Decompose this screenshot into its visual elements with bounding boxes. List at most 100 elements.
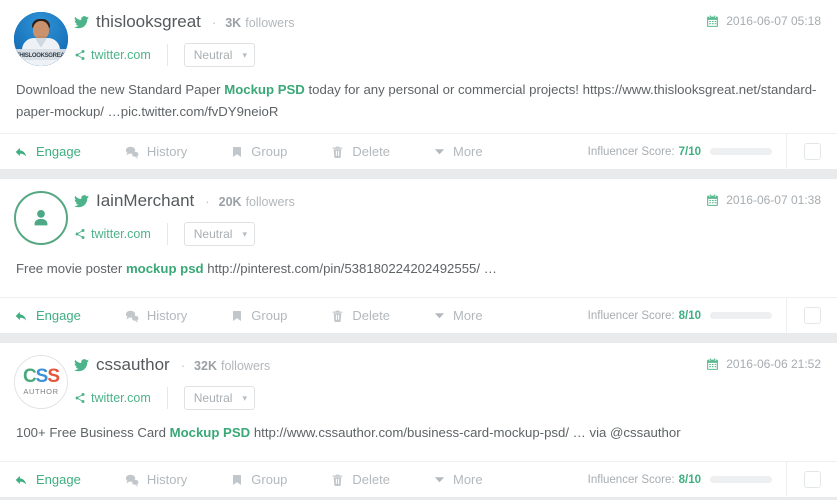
engage-label: Engage xyxy=(36,144,81,159)
post-subheader-line: twitter.com Neutral ▾ xyxy=(74,219,821,249)
select-post-checkbox[interactable] xyxy=(803,143,821,160)
caret-down-icon xyxy=(434,146,445,157)
select-post-checkbox[interactable] xyxy=(803,307,821,324)
avatar-logo[interactable]: CSS AUTHOR xyxy=(14,355,68,409)
sentiment-value: Neutral xyxy=(193,227,233,241)
delete-button[interactable]: Delete xyxy=(331,308,390,323)
influencer-score-track xyxy=(710,312,772,319)
avatar-photo[interactable]: THISLOOKSGREAT xyxy=(14,12,68,66)
bookmark-icon xyxy=(231,473,243,487)
engage-button[interactable]: Engage xyxy=(14,144,81,159)
trash-icon xyxy=(331,145,344,159)
more-label: More xyxy=(453,308,483,323)
post-username[interactable]: thislooksgreat xyxy=(96,12,201,32)
comments-icon xyxy=(125,473,139,487)
influencer-score: Influencer Score: 8/10 xyxy=(588,310,786,322)
followers-count: 3K xyxy=(225,16,242,30)
source-domain-link[interactable]: twitter.com xyxy=(74,391,151,405)
reply-arrow-icon xyxy=(14,473,28,487)
post-feed: THISLOOKSGREAT thislooksgreat · 3K follo… xyxy=(0,0,837,498)
engage-button[interactable]: Engage xyxy=(14,308,81,323)
post-text-keyword: Mockup PSD xyxy=(169,425,251,440)
more-button[interactable]: More xyxy=(434,472,483,487)
post-card-body: IainMerchant · 20K followers twitter.com… xyxy=(0,179,837,297)
history-button[interactable]: History xyxy=(125,144,187,159)
group-button[interactable]: Group xyxy=(231,308,287,323)
post-text-after: http://pinterest.com/pin/538180224202492… xyxy=(203,261,497,276)
influencer-score-value: 8/10 xyxy=(678,309,701,322)
post-date-text: 2016-06-06 21:52 xyxy=(726,357,821,371)
sentiment-dropdown[interactable]: Neutral ▾ xyxy=(183,43,255,67)
delete-label: Delete xyxy=(352,144,390,159)
caret-down-icon xyxy=(434,474,445,485)
post-text-keyword: mockup psd xyxy=(125,261,204,276)
influencer-score-track xyxy=(710,148,772,155)
post-date: 2016-06-07 01:38 xyxy=(706,193,821,207)
vertical-divider xyxy=(166,223,168,245)
post-action-bar: Engage History Group Delete More Influen… xyxy=(0,461,837,498)
engage-button[interactable]: Engage xyxy=(14,472,81,487)
action-bar-right: Influencer Score: 7/10 xyxy=(588,133,837,170)
select-post-cell xyxy=(787,143,837,160)
post-date-text: 2016-06-07 05:18 xyxy=(726,14,821,28)
sentiment-dropdown[interactable]: Neutral ▾ xyxy=(183,222,255,246)
source-domain-text: twitter.com xyxy=(91,391,151,405)
post-text: 100+ Free Business Card Mockup PSD http:… xyxy=(16,422,821,454)
avatar-placeholder[interactable] xyxy=(14,191,68,245)
source-domain-text: twitter.com xyxy=(91,48,151,62)
action-bar-right: Influencer Score: 8/10 xyxy=(588,297,837,334)
post-card-body: CSS AUTHOR cssauthor · 32K followers twi… xyxy=(0,343,837,461)
group-label: Group xyxy=(251,472,288,487)
influencer-score: Influencer Score: 8/10 xyxy=(588,474,786,486)
followers-label: followers xyxy=(245,195,295,209)
influencer-score-label: Influencer Score: xyxy=(587,473,675,486)
delete-button[interactable]: Delete xyxy=(331,144,390,159)
delete-label: Delete xyxy=(352,472,390,487)
post-date: 2016-06-06 21:52 xyxy=(706,357,821,371)
post-card-thislooksgreat: THISLOOKSGREAT thislooksgreat · 3K follo… xyxy=(0,0,837,170)
group-label: Group xyxy=(251,144,288,159)
select-post-checkbox[interactable] xyxy=(803,471,821,488)
source-domain-link[interactable]: twitter.com xyxy=(74,48,151,62)
post-subheader-line: twitter.com Neutral ▾ xyxy=(74,40,821,70)
more-button[interactable]: More xyxy=(434,308,483,323)
post-username[interactable]: IainMerchant xyxy=(96,191,194,211)
calendar-icon xyxy=(706,15,719,28)
separator-dot: · xyxy=(205,194,210,209)
share-icon xyxy=(74,228,86,240)
calendar-icon xyxy=(706,194,719,207)
post-card-body: THISLOOKSGREAT thislooksgreat · 3K follo… xyxy=(0,0,837,133)
post-text-keyword: Mockup PSD xyxy=(224,82,305,97)
group-label: Group xyxy=(251,308,288,323)
bookmark-icon xyxy=(231,145,243,159)
history-button[interactable]: History xyxy=(125,472,187,487)
post-text-before: 100+ Free Business Card xyxy=(16,425,170,440)
source-domain-link[interactable]: twitter.com xyxy=(74,227,151,241)
delete-button[interactable]: Delete xyxy=(331,472,390,487)
comments-icon xyxy=(125,145,139,159)
select-post-cell xyxy=(787,471,837,488)
chevron-down-icon: ▾ xyxy=(242,228,247,239)
post-card-IainMerchant: IainMerchant · 20K followers twitter.com… xyxy=(0,179,837,334)
post-date-text: 2016-06-07 01:38 xyxy=(726,193,821,207)
group-button[interactable]: Group xyxy=(231,144,287,159)
more-button[interactable]: More xyxy=(434,144,483,159)
action-bar-right: Influencer Score: 8/10 xyxy=(588,461,837,498)
separator-dot: · xyxy=(180,358,186,373)
post-username[interactable]: cssauthor xyxy=(96,355,170,375)
post-text-before: Download the new Standard Paper xyxy=(16,82,225,97)
sentiment-dropdown[interactable]: Neutral ▾ xyxy=(183,386,255,410)
history-label: History xyxy=(146,308,188,323)
vertical-divider xyxy=(166,387,168,409)
vertical-divider xyxy=(166,44,168,66)
caret-down-icon xyxy=(434,310,445,321)
reply-arrow-icon xyxy=(14,309,28,323)
history-button[interactable]: History xyxy=(125,308,187,323)
select-post-cell xyxy=(787,307,837,324)
group-button[interactable]: Group xyxy=(231,472,287,487)
history-label: History xyxy=(146,472,188,487)
more-label: More xyxy=(453,472,483,487)
post-action-bar: Engage History Group Delete More Influen… xyxy=(0,133,837,170)
followers-label: followers xyxy=(220,359,271,373)
engage-label: Engage xyxy=(36,472,81,487)
